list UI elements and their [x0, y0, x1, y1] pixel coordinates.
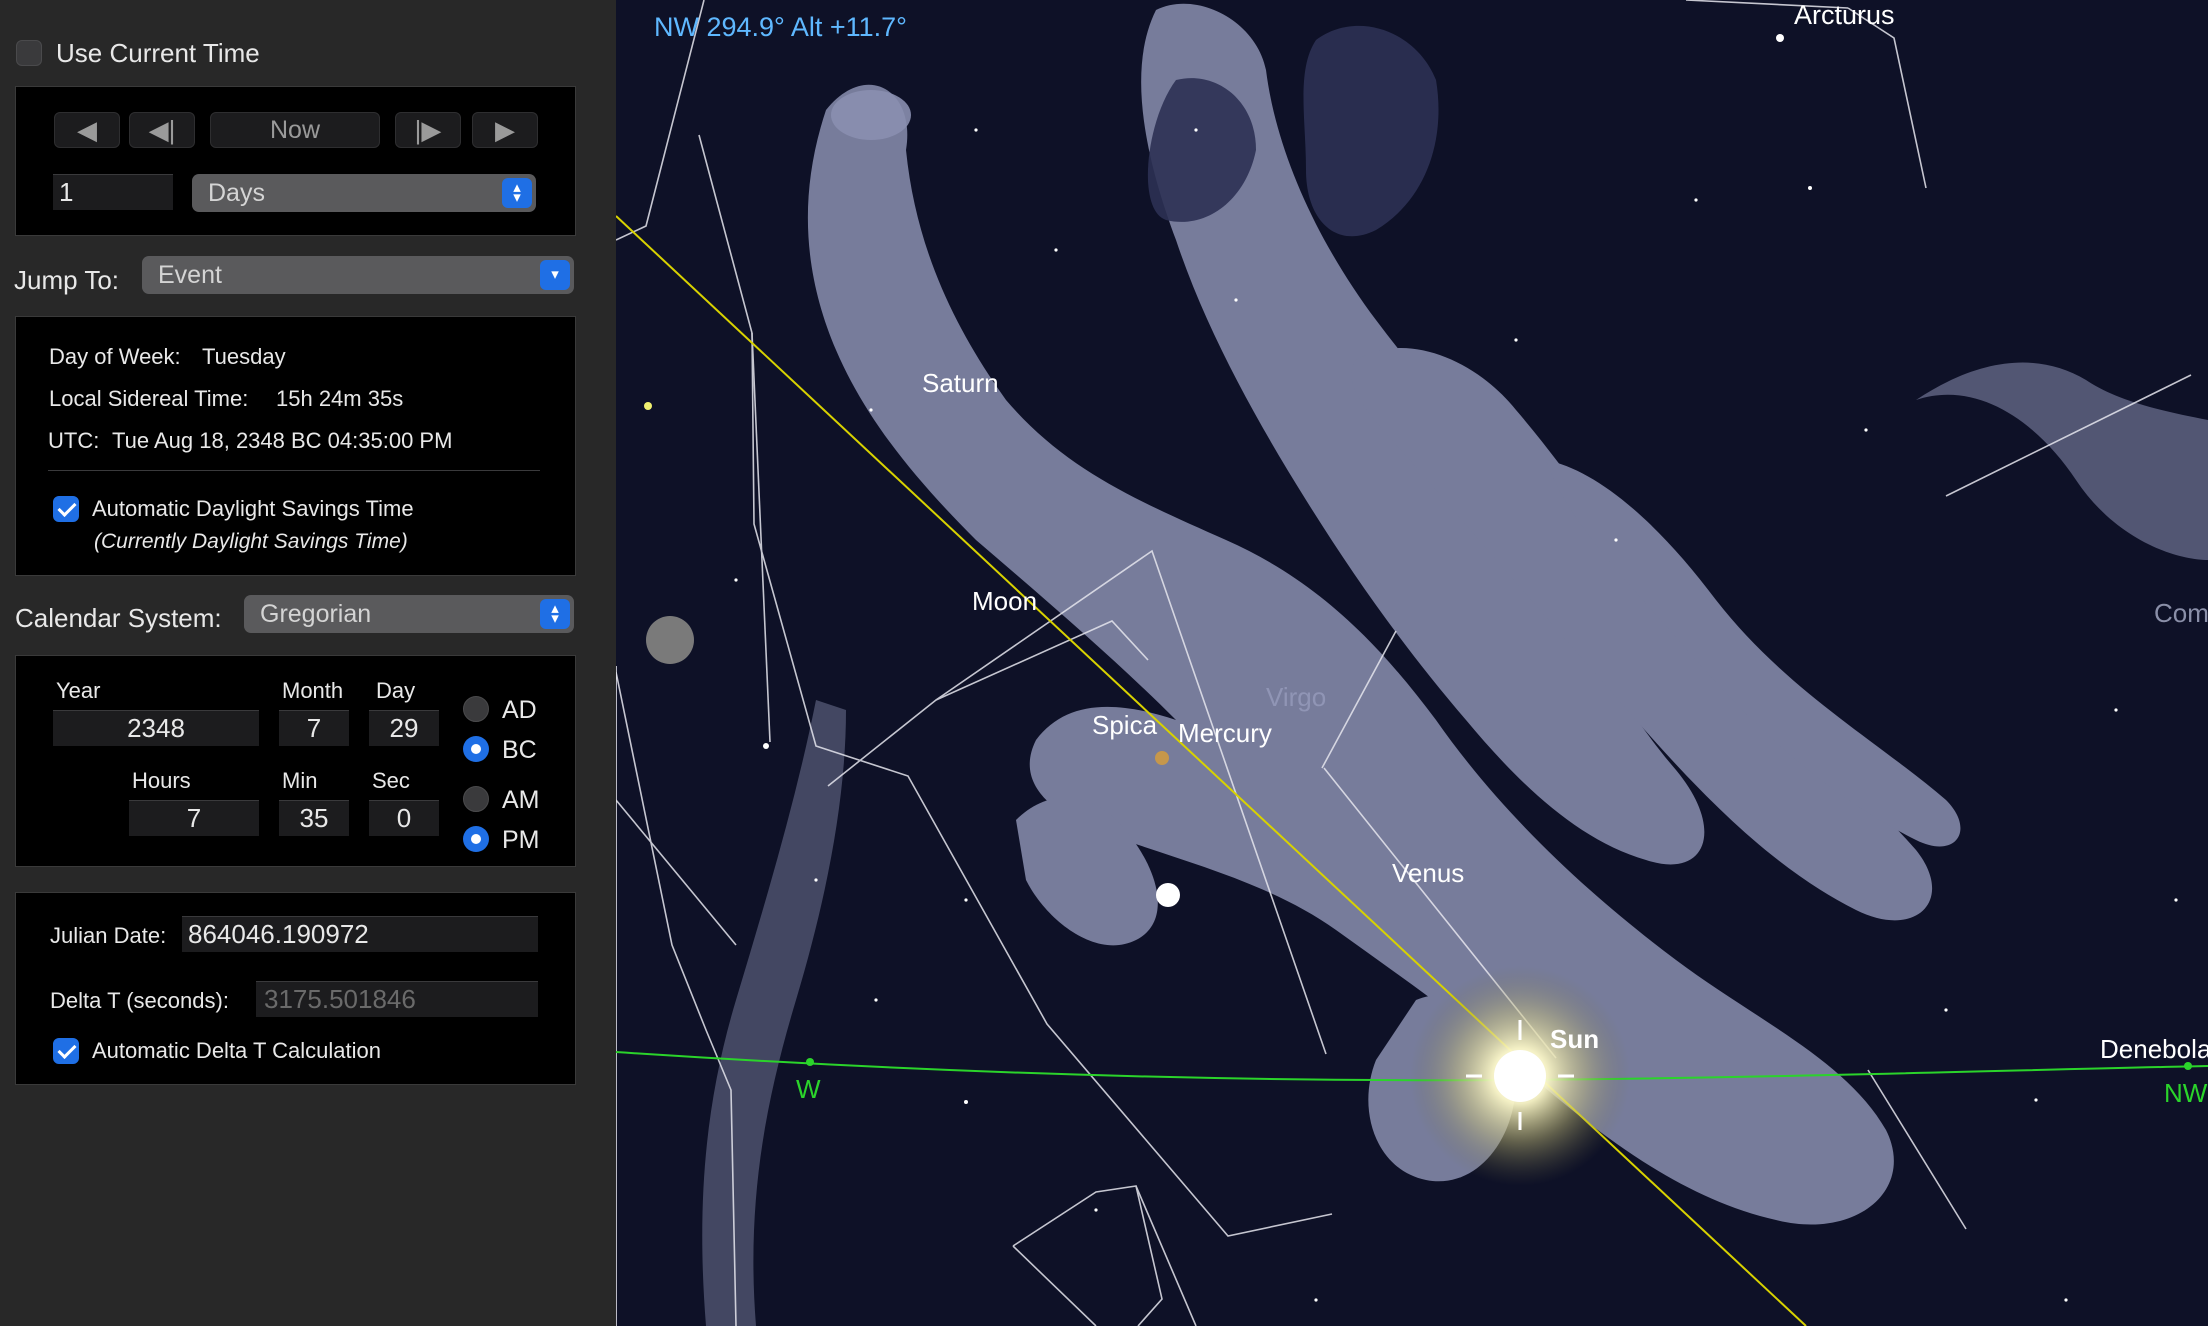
- step-amount-value: 1: [59, 177, 74, 207]
- sidereal-label: Local Sidereal Time:: [49, 386, 249, 411]
- julian-date-field[interactable]: 864046.190972: [182, 916, 538, 952]
- rewind-icon: ◀: [77, 114, 97, 145]
- spica-label: Spica: [1092, 710, 1158, 740]
- year-label: Year: [56, 678, 101, 703]
- bc-radio[interactable]: [463, 736, 489, 762]
- play-button[interactable]: ▶: [472, 112, 538, 148]
- updown-chevron-icon: ▴ ▾: [502, 178, 532, 208]
- auto-delta-t-label: Automatic Delta T Calculation: [92, 1038, 381, 1063]
- am-radio[interactable]: [463, 786, 489, 812]
- moon-marker: [646, 616, 694, 664]
- min-field[interactable]: 35: [279, 800, 349, 836]
- chevron-down-icon: ▾: [540, 260, 570, 290]
- pm-radio[interactable]: [463, 826, 489, 852]
- year-field[interactable]: 2348: [53, 710, 259, 746]
- use-current-time-checkbox[interactable]: [16, 40, 42, 66]
- sky-view[interactable]: NW 294.9° Alt +11.7° Arcturus Saturn Moo…: [616, 0, 2208, 1326]
- day-value: 29: [389, 713, 419, 743]
- month-field[interactable]: 7: [279, 710, 349, 746]
- sky-chart: [616, 0, 2208, 1326]
- jump-to-label: Jump To:: [14, 265, 120, 295]
- step-back-icon: ◀|: [148, 114, 176, 145]
- delta-t-value: 3175.501846: [264, 984, 416, 1014]
- saturn-label: Saturn: [922, 368, 999, 398]
- month-label: Month: [282, 678, 344, 703]
- hydra-art: [702, 700, 846, 1326]
- julian-date-value: 864046.190972: [188, 919, 369, 949]
- calendar-system-value: Gregorian: [260, 599, 372, 628]
- hours-value: 7: [186, 803, 202, 833]
- now-button[interactable]: Now: [210, 112, 380, 148]
- am-label: AM: [502, 786, 540, 814]
- step-unit-popup[interactable]: Days ▴ ▾: [192, 174, 536, 212]
- delta-t-field: 3175.501846: [256, 981, 538, 1017]
- sec-field[interactable]: 0: [369, 800, 439, 836]
- utc-value: Tue Aug 18, 2348 BC 04:35:00 PM: [112, 428, 453, 453]
- horizon-w-label: W: [796, 1074, 821, 1104]
- sec-value: 0: [396, 803, 412, 833]
- saturn-marker: [644, 402, 652, 410]
- ad-radio[interactable]: [463, 696, 489, 722]
- view-direction-readout: NW 294.9° Alt +11.7°: [654, 12, 907, 42]
- vase-art: [831, 90, 911, 140]
- year-value: 2348: [127, 713, 185, 743]
- calendar-system-label: Calendar System:: [15, 603, 222, 633]
- play-icon: ▶: [495, 114, 515, 145]
- mercury-marker: [1155, 751, 1169, 765]
- julian-date-label: Julian Date:: [50, 923, 167, 948]
- min-label: Min: [282, 768, 318, 793]
- horizon-nw-label: NW: [2164, 1078, 2208, 1108]
- sun-marker: [1494, 1050, 1546, 1102]
- step-amount-field[interactable]: 1: [53, 174, 173, 210]
- step-forward-button[interactable]: |▶: [395, 112, 461, 148]
- denebola-label: Denebola: [2100, 1034, 2208, 1064]
- updown-chevron-icon: ▴ ▾: [540, 599, 570, 629]
- hours-label: Hours: [132, 768, 191, 793]
- day-of-week-value: Tuesday: [202, 344, 286, 369]
- leo-art: [1916, 362, 2208, 560]
- auto-delta-t-checkbox[interactable]: [53, 1038, 79, 1064]
- com-label: Com: [2154, 598, 2208, 628]
- step-unit-value: Days: [208, 178, 265, 207]
- use-current-time-label: Use Current Time: [56, 38, 260, 68]
- time-panel: Use Current Time ◀ ◀| Now |▶ ▶ 1 Days ▴ ▾…: [0, 0, 616, 1326]
- dst-note: (Currently Daylight Savings Time): [94, 530, 408, 553]
- calendar-system-popup[interactable]: Gregorian ▴ ▾: [244, 595, 574, 633]
- pm-label: PM: [502, 826, 540, 854]
- divider: [48, 470, 540, 471]
- now-label: Now: [269, 115, 320, 144]
- mercury-label: Mercury: [1178, 718, 1272, 748]
- min-value: 35: [299, 803, 329, 833]
- arcturus-label: Arcturus: [1794, 0, 1895, 30]
- step-back-button[interactable]: ◀|: [129, 112, 195, 148]
- venus-label: Venus: [1392, 858, 1465, 888]
- dst-label: Automatic Daylight Savings Time: [92, 496, 414, 521]
- dst-checkbox[interactable]: [53, 496, 79, 522]
- sec-label: Sec: [372, 768, 410, 793]
- rewind-button[interactable]: ◀: [54, 112, 120, 148]
- sidereal-value: 15h 24m 35s: [276, 386, 404, 411]
- day-of-week-label: Day of Week:: [49, 344, 181, 369]
- day-label: Day: [376, 678, 416, 703]
- sun-label: Sun: [1550, 1024, 1600, 1054]
- step-forward-icon: |▶: [414, 114, 442, 145]
- utc-label: UTC:: [48, 428, 100, 453]
- horizon-w-tick: [806, 1058, 814, 1066]
- virgo-label: Virgo: [1266, 682, 1327, 712]
- moon-label: Moon: [972, 586, 1038, 616]
- venus-marker: [1156, 883, 1180, 907]
- ad-label: AD: [502, 696, 537, 724]
- bc-label: BC: [502, 736, 537, 764]
- hours-field[interactable]: 7: [129, 800, 259, 836]
- day-field[interactable]: 29: [369, 710, 439, 746]
- month-value: 7: [306, 713, 322, 743]
- jump-to-value: Event: [158, 260, 222, 289]
- jump-to-popup[interactable]: Event ▾: [142, 256, 574, 294]
- step-controls-box: [15, 86, 576, 236]
- delta-t-label: Delta T (seconds):: [50, 988, 229, 1013]
